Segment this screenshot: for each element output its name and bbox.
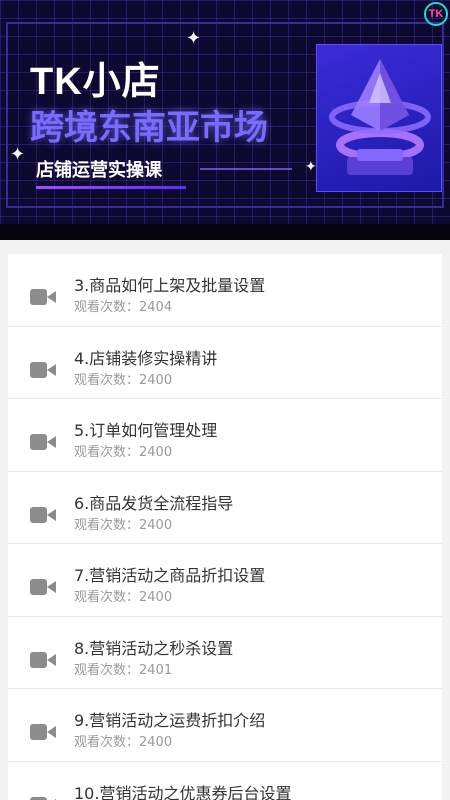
lesson-title: 3.商品如何上架及批量设置: [74, 276, 266, 295]
lesson-title: 4.店铺装修实操精讲: [74, 348, 218, 368]
view-count: 观看次数：2404: [74, 300, 173, 315]
view-count: 观看次数：2400: [74, 372, 173, 388]
tk-logo: TK: [424, 2, 448, 26]
view-count: 观看次数：2400: [74, 590, 173, 605]
sparkle-icon: ✦: [305, 159, 317, 175]
prism-art-icon: [329, 59, 431, 175]
video-camera-icon: [30, 651, 56, 668]
lesson-item[interactable]: 6.商品发货全流程指导 观看次数：2400: [8, 472, 442, 544]
sparkle-icon: ✦: [10, 144, 26, 165]
lesson-item[interactable]: 10.营销活动之优惠券后台设置: [8, 762, 442, 800]
lesson-title: 8.营销活动之秒杀设置: [74, 638, 234, 658]
sparkle-icon: ✦: [186, 28, 202, 49]
video-camera-icon: [30, 579, 56, 595]
video-camera-icon: [30, 724, 56, 740]
banner-headline: 跨境东南亚市场: [30, 109, 268, 147]
prism-illustration: [316, 44, 442, 192]
video-camera-icon: [30, 361, 56, 378]
lesson-item[interactable]: 9.营销活动之运费折扣介绍 观看次数：2400: [8, 689, 442, 762]
view-count: 观看次数：2400: [74, 517, 173, 533]
lesson-list: 3.商品如何上架及批量设置 观看次数：2404 4.店铺装修实操精讲 观看次数：…: [8, 254, 442, 800]
video-camera-icon: [30, 796, 56, 800]
lesson-item[interactable]: 3.商品如何上架及批量设置 观看次数：2404: [8, 254, 442, 327]
lesson-title: 10.营销活动之优惠券后台设置: [74, 783, 292, 800]
lesson-item[interactable]: 8.营销活动之秒杀设置 观看次数：2401: [8, 617, 442, 689]
banner-bottom-band: [0, 224, 450, 240]
lesson-title: 9.营销活动之运费折扣介绍: [74, 711, 266, 730]
video-camera-icon: [30, 434, 56, 450]
banner-subtitle: 店铺运营实操课: [36, 160, 162, 181]
lesson-title: 5.订单如何管理处理: [74, 421, 218, 440]
lesson-item[interactable]: 5.订单如何管理处理 观看次数：2400: [8, 399, 442, 472]
view-count: 观看次数：2400: [74, 735, 173, 750]
decorative-line: [200, 168, 292, 170]
lesson-title: 7.营销活动之商品折扣设置: [74, 566, 266, 585]
view-count: 观看次数：2401: [74, 662, 173, 678]
course-banner: ✦ ✦ ✦ TK小店 跨境东南亚市场 店铺运营实操课 TK: [0, 0, 450, 240]
subtitle-underline: [36, 186, 186, 189]
lesson-title: 6.商品发货全流程指导: [74, 493, 234, 513]
view-count: 观看次数：2400: [74, 445, 173, 460]
banner-title: TK小店: [30, 61, 161, 103]
lesson-item[interactable]: 7.营销活动之商品折扣设置 观看次数：2400: [8, 544, 442, 617]
video-camera-icon: [30, 506, 56, 523]
video-camera-icon: [30, 289, 56, 305]
lesson-item[interactable]: 4.店铺装修实操精讲 观看次数：2400: [8, 327, 442, 399]
